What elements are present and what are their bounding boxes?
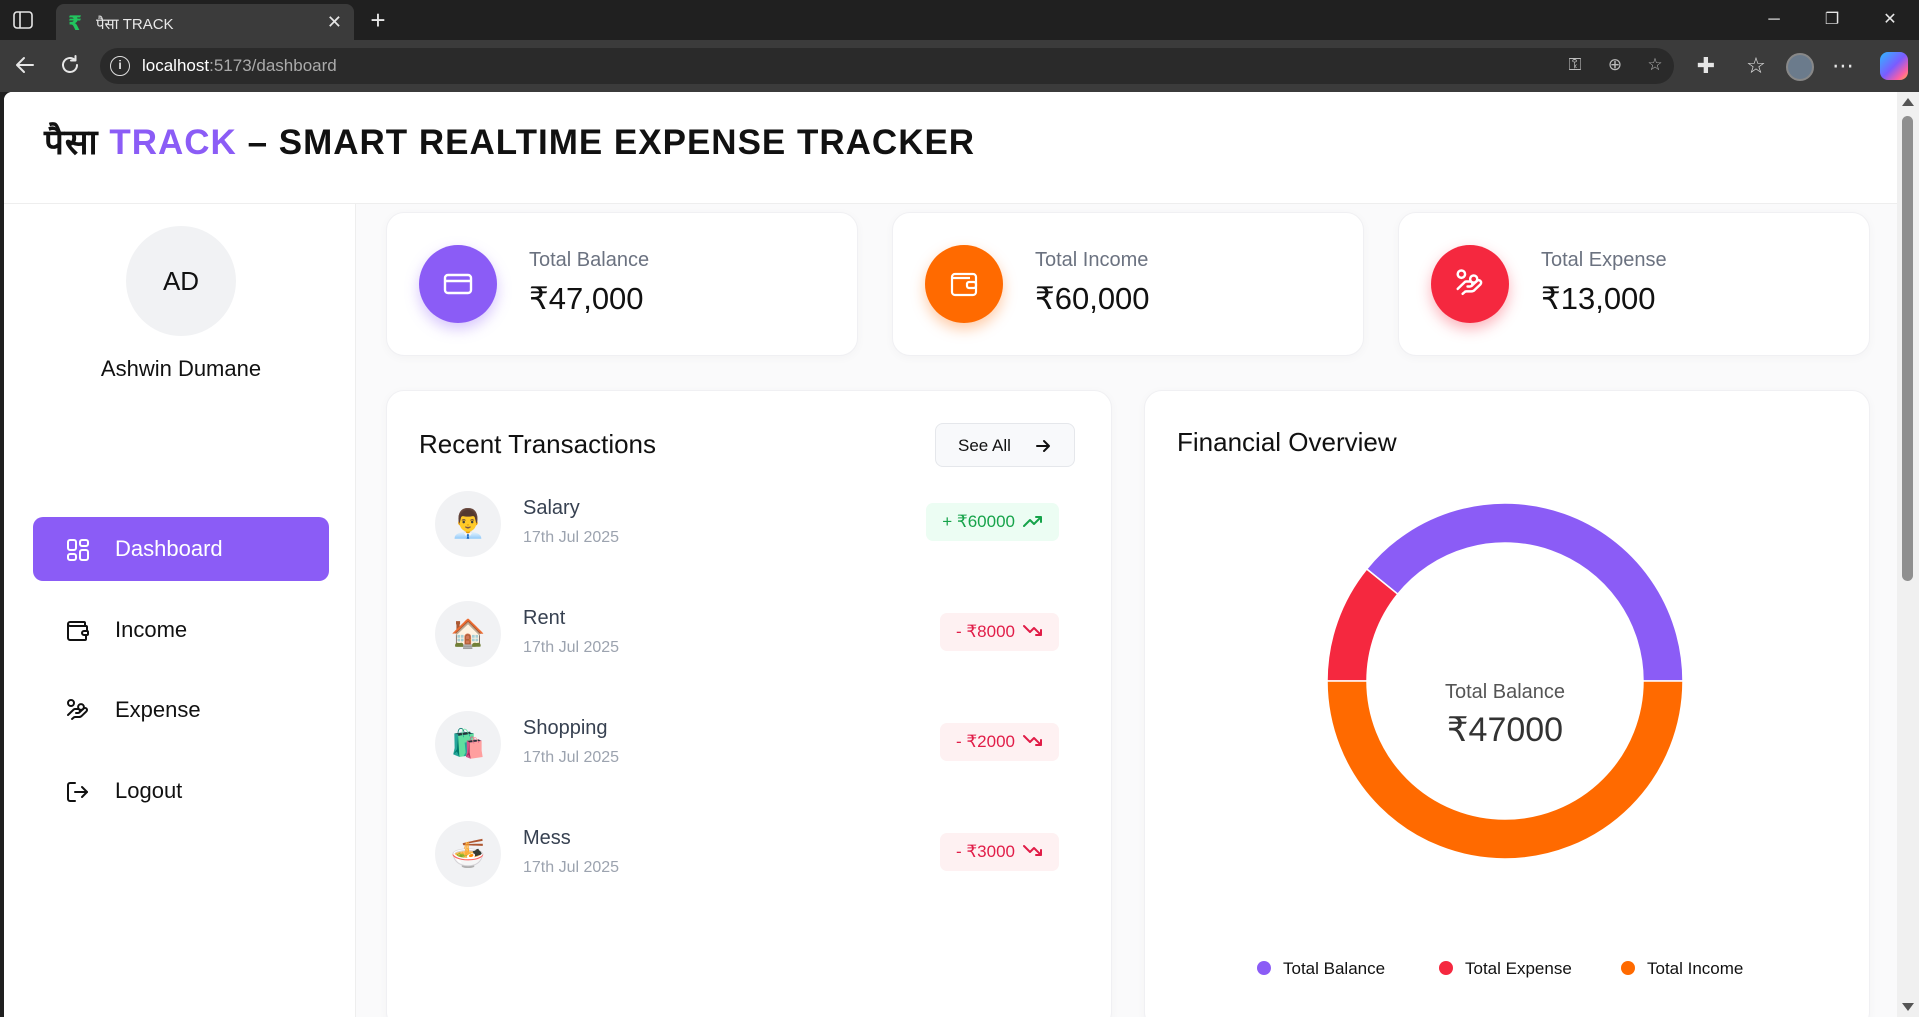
close-tab-icon[interactable]: ✕ <box>327 12 342 33</box>
restore-icon[interactable]: ❐ <box>1817 8 1847 32</box>
donut-slice-total-income[interactable] <box>1326 680 1684 860</box>
site-info-icon[interactable]: i <box>110 56 130 76</box>
transaction-amount: + ₹60000 <box>926 503 1059 541</box>
card-icon <box>419 245 497 323</box>
favorites-icon[interactable]: ☆ <box>1743 53 1769 79</box>
transaction-date: 17th Jul 2025 <box>523 639 620 656</box>
recent-transactions-title: Recent Transactions <box>419 429 657 459</box>
refresh-icon[interactable] <box>57 53 83 79</box>
logout-icon <box>65 779 91 805</box>
sidebar-item-income[interactable]: Income <box>33 598 329 662</box>
transaction-amount: - ₹3000 <box>939 833 1059 871</box>
url-text: localhost:5173/dashboard <box>142 56 337 75</box>
transaction-row[interactable]: 🍜 Mess 17th Jul 2025 - ₹3000 <box>435 821 1059 889</box>
scroll-thumb[interactable] <box>1902 116 1913 581</box>
sidebar-item-label: Dashboard <box>115 536 223 561</box>
wallet-icon <box>925 245 1003 323</box>
wallet-icon <box>65 618 91 644</box>
sidebar-item-label: Income <box>115 617 188 642</box>
legend-item: Total Income <box>1621 959 1743 979</box>
trending-down-icon <box>1023 625 1042 637</box>
legend-dot <box>1621 961 1635 975</box>
donut-slice-total-balance[interactable] <box>1365 502 1684 682</box>
tab-title: पैसा TRACK <box>96 16 174 33</box>
address-bar[interactable]: i localhost:5173/dashboard ⚿ ⊕ ☆ <box>100 48 1674 84</box>
center-value: ₹47000 <box>1447 711 1563 749</box>
sidebar-item-expense[interactable]: Expense <box>33 678 329 742</box>
transaction-name: Salary <box>523 497 580 519</box>
more-icon[interactable]: ⋯ <box>1830 53 1856 79</box>
legend-dot <box>1257 961 1271 975</box>
center-label: Total Balance <box>1445 681 1565 703</box>
transaction-row[interactable]: 👨‍💼 Salary 17th Jul 2025 + ₹60000 <box>435 491 1059 559</box>
sidebar-item-logout[interactable]: Logout <box>33 759 329 823</box>
minimize-icon[interactable]: ─ <box>1759 8 1789 32</box>
transaction-name: Shopping <box>523 717 608 739</box>
donut-chart: Total Balance ₹47000 <box>1326 502 1684 860</box>
transaction-amount: - ₹8000 <box>939 613 1059 651</box>
browser-tab[interactable]: ₹ पैसा TRACK ✕ <box>56 4 354 40</box>
legend-item: Total Expense <box>1439 959 1572 979</box>
back-icon[interactable] <box>12 53 38 79</box>
avatar: AD <box>126 226 236 336</box>
house-icon: 🏠 <box>435 601 501 667</box>
stat-label: Total Income <box>1035 249 1149 271</box>
transaction-amount: - ₹2000 <box>939 723 1059 761</box>
legend-dot <box>1439 961 1453 975</box>
stat-label: Total Expense <box>1541 249 1667 271</box>
scroll-up-icon[interactable] <box>1902 98 1914 106</box>
hand-coins-icon <box>65 698 91 724</box>
transaction-row[interactable]: 🛍️ Shopping 17th Jul 2025 - ₹2000 <box>435 711 1059 779</box>
stat-value: ₹47,000 <box>529 281 644 316</box>
financial-overview-card: Financial Overview Total Balance ₹47000 … <box>1144 390 1870 1017</box>
see-all-button[interactable]: See All <box>935 423 1075 467</box>
dashboard-icon <box>65 537 91 563</box>
profile-avatar[interactable] <box>1786 53 1814 81</box>
sidebar: AD Ashwin Dumane Dashboard Income Expens… <box>4 204 356 1017</box>
user-name: Ashwin Dumane <box>100 356 262 381</box>
sidebar-item-label: Logout <box>115 778 183 803</box>
stat-value: ₹60,000 <box>1035 281 1150 316</box>
noodle-bowl-icon: 🍜 <box>435 821 501 887</box>
stat-value: ₹13,000 <box>1541 281 1656 316</box>
page-scrollbar[interactable] <box>1897 92 1919 1017</box>
browser-nav-bar: i localhost:5173/dashboard ⚿ ⊕ ☆ ✚ ☆ ⋯ <box>0 40 1919 92</box>
extensions-icon[interactable]: ✚ <box>1693 53 1719 79</box>
copilot-icon[interactable] <box>1880 52 1908 80</box>
donut-slice-total-expense[interactable] <box>1326 567 1399 682</box>
page-viewport: पैसा TRACK – SMART REALTIME EXPENSE TRAC… <box>4 92 1897 1017</box>
transaction-date: 17th Jul 2025 <box>523 749 620 766</box>
tab-actions-icon[interactable] <box>12 10 36 30</box>
stat-card-total-expense: Total Expense ₹13,000 <box>1398 212 1870 356</box>
legend-item: Total Balance <box>1257 959 1385 979</box>
sidebar-item-dashboard[interactable]: Dashboard <box>33 517 329 581</box>
transaction-row[interactable]: 🏠 Rent 17th Jul 2025 - ₹8000 <box>435 601 1059 669</box>
new-tab-icon[interactable]: + <box>364 6 392 34</box>
hand-coins-icon <box>1431 245 1509 323</box>
shopping-bags-icon: 🛍️ <box>435 711 501 777</box>
sidebar-item-label: Expense <box>115 697 201 722</box>
trending-down-icon <box>1023 735 1042 747</box>
transaction-date: 17th Jul 2025 <box>523 859 620 876</box>
scroll-down-icon[interactable] <box>1902 1003 1914 1011</box>
stat-card-total-income: Total Income ₹60,000 <box>892 212 1364 356</box>
browser-tab-bar: ₹ पैसा TRACK ✕ + ─ ❐ ✕ <box>0 0 1919 40</box>
app-title: पैसा TRACK – SMART REALTIME EXPENSE TRAC… <box>44 123 976 162</box>
favorite-star-icon[interactable]: ☆ <box>1644 55 1666 77</box>
transaction-date: 17th Jul 2025 <box>523 529 620 546</box>
key-icon[interactable]: ⚿ <box>1564 55 1586 77</box>
stat-card-total-balance: Total Balance ₹47,000 <box>386 212 858 356</box>
transaction-name: Rent <box>523 607 566 629</box>
close-window-icon[interactable]: ✕ <box>1875 8 1905 32</box>
rupee-favicon-icon: ₹ <box>68 13 82 35</box>
trending-down-icon <box>1023 845 1042 857</box>
trending-up-icon <box>1023 516 1042 528</box>
zoom-icon[interactable]: ⊕ <box>1604 55 1626 77</box>
arrow-right-icon <box>1036 440 1050 452</box>
stat-label: Total Balance <box>529 249 650 271</box>
transaction-name: Mess <box>523 827 571 849</box>
recent-transactions-card: Recent Transactions See All 👨‍💼 Salary 1… <box>386 390 1112 1017</box>
salary-icon: 👨‍💼 <box>435 491 501 557</box>
app-header: पैसा TRACK – SMART REALTIME EXPENSE TRAC… <box>4 92 1897 204</box>
